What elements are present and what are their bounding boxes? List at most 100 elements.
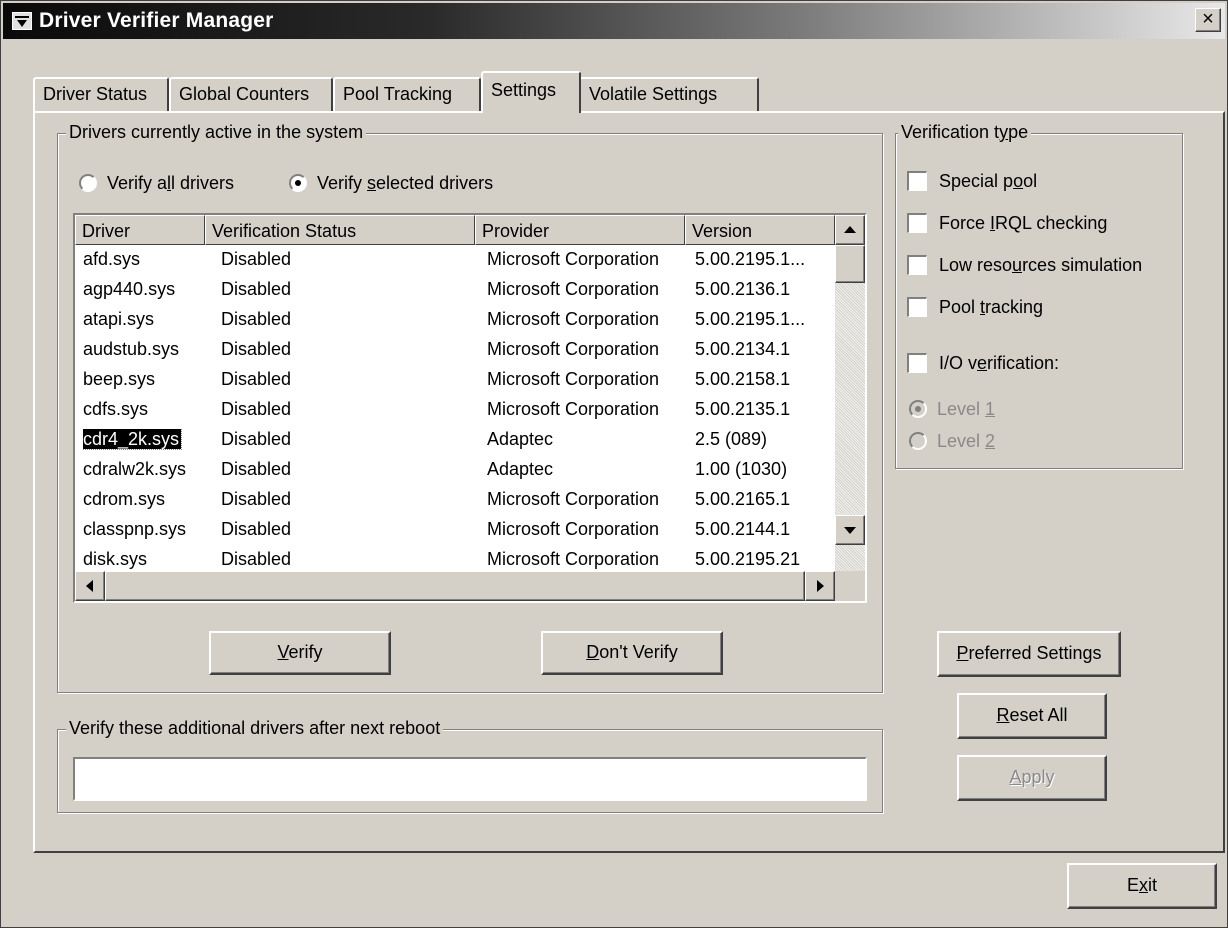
cell-status: Disabled	[221, 309, 471, 330]
cell-provider: Microsoft Corporation	[487, 249, 683, 270]
preferred-settings-button[interactable]: Preferred Settings	[937, 631, 1121, 677]
cell-text: 2.5 (089)	[695, 429, 768, 449]
scroll-left-icon[interactable]	[75, 571, 105, 601]
exit-button[interactable]: Exit	[1067, 863, 1217, 909]
cell-text: cdfs.sys	[83, 399, 149, 419]
checkbox-unchecked-icon	[907, 171, 927, 191]
drivers-list[interactable]: Driver Verification Status Provider Vers…	[73, 213, 867, 603]
title-bar[interactable]: Driver Verifier Manager ×	[3, 3, 1225, 39]
cell-text: Disabled	[221, 309, 292, 329]
special-pool-checkbox[interactable]: Special pool	[907, 171, 1037, 192]
column-header-version[interactable]: Version	[685, 215, 835, 245]
verify-all-radio[interactable]: Verify all drivers	[79, 173, 234, 194]
level-2-radio[interactable]: Level 2	[909, 431, 995, 452]
cell-text: Adaptec	[487, 459, 554, 479]
cell-text: 5.00.2134.1	[695, 339, 791, 359]
apply-button[interactable]: Apply	[957, 755, 1107, 801]
close-button[interactable]: ×	[1195, 8, 1221, 32]
low-resources-checkbox[interactable]: Low resources simulation	[907, 255, 1142, 276]
cell-driver: atapi.sys	[83, 309, 201, 330]
table-row[interactable]: audstub.sys Disabled Microsoft Corporation…	[75, 335, 835, 365]
table-row[interactable]: cdrom.sys Disabled Microsoft Corporation 5.…	[75, 485, 835, 515]
cell-version: 5.00.2195.21	[695, 549, 831, 570]
column-header-provider[interactable]: Provider	[475, 215, 685, 245]
vertical-scrollbar[interactable]	[835, 215, 865, 575]
tab-settings[interactable]: Settings	[481, 71, 581, 113]
table-row[interactable]: afd.sys Disabled Microsoft Corporation 5.00…	[75, 245, 835, 275]
column-header-verification-status[interactable]: Verification Status	[205, 215, 475, 245]
cell-status: Disabled	[221, 549, 471, 570]
vertical-scroll-thumb[interactable]	[835, 245, 865, 283]
cell-provider: Microsoft Corporation	[487, 519, 683, 540]
cell-driver: afd.sys	[83, 249, 201, 270]
cell-text: cdralw2k.sys	[83, 459, 187, 479]
pool-tracking-checkbox[interactable]: Pool tracking	[907, 297, 1043, 318]
table-row[interactable]: beep.sys Disabled Microsoft Corporation 5.0…	[75, 365, 835, 395]
additional-drivers-legend: Verify these additional drivers after ne…	[66, 718, 444, 739]
additional-drivers-input[interactable]	[73, 757, 867, 801]
cell-driver: cdfs.sys	[83, 399, 201, 420]
cell-version: 5.00.2195.1...	[695, 249, 831, 270]
window-title: Driver Verifier Manager	[39, 9, 274, 32]
tab-pool-tracking[interactable]: Pool Tracking	[333, 77, 481, 111]
cell-text: Disabled	[221, 369, 292, 389]
cell-driver: cdr4_2k.sys	[83, 429, 201, 450]
cell-text: Adaptec	[487, 429, 554, 449]
tab-volatile-settings[interactable]: Volatile Settings	[579, 77, 759, 111]
cell-text: afd.sys	[83, 249, 141, 269]
horizontal-scroll-thumb[interactable]	[105, 571, 805, 601]
cell-text: Microsoft Corporation	[487, 339, 660, 359]
io-verification-checkbox[interactable]: I/O verification:	[907, 353, 1059, 374]
scroll-up-icon[interactable]	[835, 215, 865, 245]
table-row[interactable]: cdfs.sys Disabled Microsoft Corporation 5.0…	[75, 395, 835, 425]
app-icon[interactable]	[12, 12, 32, 30]
table-row[interactable]: agp440.sys Disabled Microsoft Corporation 5…	[75, 275, 835, 305]
level-1-radio[interactable]: Level 1	[909, 399, 995, 420]
cell-text: Disabled	[221, 249, 292, 269]
cell-text: disk.sys	[83, 549, 148, 569]
cell-version: 5.00.2195.1...	[695, 309, 831, 330]
verify-button[interactable]: Verify	[209, 631, 391, 675]
cell-text: beep.sys	[83, 369, 156, 389]
verify-selected-radio[interactable]: Verify selected drivers	[289, 173, 493, 194]
cell-text: atapi.sys	[83, 309, 155, 329]
cell-text: Disabled	[221, 279, 292, 299]
scroll-down-icon[interactable]	[835, 515, 865, 545]
tab-global-counters[interactable]: Global Counters	[169, 77, 333, 111]
horizontal-scrollbar[interactable]	[75, 571, 835, 601]
cell-driver: beep.sys	[83, 369, 201, 390]
list-header: Driver Verification Status Provider Vers…	[75, 215, 835, 245]
verification-type-legend: Verification type	[898, 122, 1032, 143]
cell-text: cdr4_2k.sys	[83, 429, 183, 450]
cell-text: Microsoft Corporation	[487, 249, 660, 269]
cell-version: 2.5 (089)	[695, 429, 831, 450]
cell-version: 5.00.2136.1	[695, 279, 831, 300]
cell-text: 5.00.2135.1	[695, 399, 791, 419]
dont-verify-button[interactable]: Don't Verify	[541, 631, 723, 675]
column-header-driver[interactable]: Driver	[75, 215, 205, 245]
table-row[interactable]: classpnp.sys Disabled Microsoft Corporatio…	[75, 515, 835, 545]
table-row[interactable]: atapi.sys Disabled Microsoft Corporation 5.…	[75, 305, 835, 335]
cell-text: 5.00.2195.1...	[695, 309, 806, 329]
checkbox-unchecked-icon	[907, 353, 927, 373]
cell-text: Microsoft Corporation	[487, 309, 660, 329]
tab-driver-status[interactable]: Driver Status	[33, 77, 169, 111]
cell-provider: Adaptec	[487, 429, 683, 450]
cell-text: agp440.sys	[83, 279, 176, 299]
cell-text: 5.00.2195.1...	[695, 249, 806, 269]
tab-label: Settings	[491, 80, 557, 100]
force-irql-checkbox[interactable]: Force IRQL checking	[907, 213, 1107, 234]
cell-provider: Microsoft Corporation	[487, 369, 683, 390]
cell-text: Microsoft Corporation	[487, 369, 660, 389]
cell-text: classpnp.sys	[83, 519, 187, 539]
reset-all-button[interactable]: Reset All	[957, 693, 1107, 739]
tab-label: Volatile Settings	[589, 84, 718, 104]
table-row[interactable]: cdralw2k.sys Disabled Adaptec 1.00 (1030)	[75, 455, 835, 485]
table-row[interactable]: cdr4_2k.sys Disabled Adaptec 2.5 (089)	[75, 425, 835, 455]
radio-off-icon	[909, 432, 927, 450]
cell-status: Disabled	[221, 369, 471, 390]
cell-driver: disk.sys	[83, 549, 201, 570]
tab-label: Global Counters	[179, 84, 310, 104]
scroll-right-icon[interactable]	[805, 571, 835, 601]
checkbox-unchecked-icon	[907, 297, 927, 317]
